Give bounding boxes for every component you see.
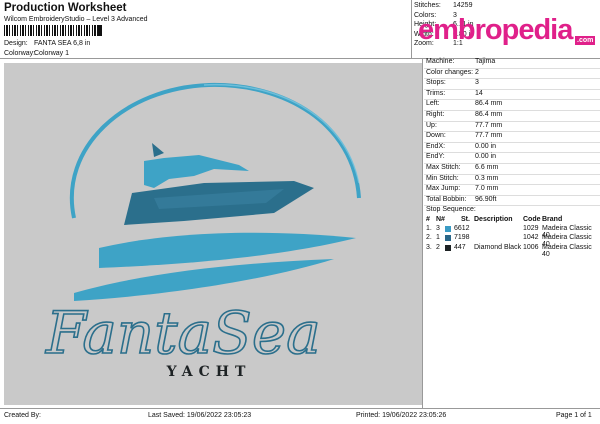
stitch-count: 7198 [454, 234, 470, 242]
detail-row: EndY: 0.00 in [424, 153, 600, 164]
thread-description: Diamond Black [474, 243, 522, 251]
stitch-count: 6612 [454, 224, 470, 232]
stat-row: Stitches: 14259 [414, 2, 473, 9]
detail-row: Stops: 3 [424, 79, 600, 90]
machine-details: Machine: Tajima Color changes: 2 Stops: 3 T… [424, 58, 600, 258]
detail-row: Machine: Tajima [424, 58, 600, 69]
thread-code: 1029 [523, 224, 539, 232]
detail-row: Up: 77.7 mm [424, 122, 600, 133]
needle-number: 3 [436, 224, 440, 232]
design-artwork: FantaSea YACHT [44, 82, 361, 380]
colorway-value: Colorway 1 [34, 50, 70, 57]
detail-row: Min Stitch: 0.3 mm [424, 175, 600, 186]
design-value: FANTA SEA 6,8 in [34, 40, 91, 47]
caption-text: YACHT [166, 364, 252, 380]
stop-sequence-header: # N# St. Description Code Brand [426, 215, 563, 223]
footer-page: Page 1 of 1 [556, 412, 592, 419]
thread-brand: Madeira Classic 40 [542, 243, 592, 258]
divider [0, 408, 600, 409]
footer-printed: Printed: 19/06/2022 23:05:26 [356, 412, 447, 419]
divider [411, 0, 412, 58]
color-swatch [445, 225, 451, 232]
design-row: Design: FANTA SEA 6,8 in [4, 40, 204, 50]
stop-sequence-row: 1. 3 6612 1029 Madeira Classic 40 [424, 224, 600, 239]
thread-code: 1006 [523, 243, 539, 251]
detail-row: Max Stitch: 6.6 mm [424, 164, 600, 175]
detail-row: Right: 86.4 mm [424, 111, 600, 122]
stop-sequence-label-row: Stop Sequence: [426, 206, 476, 214]
needle-number: 1 [436, 234, 440, 242]
thread-code: 1042 [523, 234, 539, 242]
footer-last-saved: Last Saved: 19/06/2022 23:05:23 [148, 412, 252, 419]
divider [422, 58, 423, 408]
stop-index: 2. [426, 234, 432, 242]
stop-index: 3. [426, 243, 432, 251]
color-swatch [445, 244, 451, 251]
detail-row: Left: 86.4 mm [424, 100, 600, 111]
detail-row: Max Jump: 7.0 mm [424, 185, 600, 196]
footer-created-by: Created By: [4, 412, 41, 419]
stop-index: 1. [426, 224, 432, 232]
colorway-label: Colorway: [4, 50, 36, 57]
software-subtitle: Wilcom EmbroideryStudio – Level 3 Advanc… [4, 16, 148, 23]
detail-row: Trims: 14 [424, 90, 600, 101]
brand-logo: embropedia [418, 14, 573, 46]
script-text: FantaSea [45, 299, 321, 367]
yacht-antenna [152, 143, 164, 157]
barcode-end [98, 25, 102, 36]
detail-row: EndX: 0.00 in [424, 143, 600, 154]
barcode [4, 25, 98, 36]
detail-row: Down: 77.7 mm [424, 132, 600, 143]
detail-row: Total Bobbin: 96.90ft [424, 196, 600, 207]
needle-number: 2 [436, 243, 440, 251]
detail-row: Color changes: 2 [424, 69, 600, 80]
brand-logo-suffix: .com [575, 36, 596, 45]
stitch-count: 447 [454, 243, 466, 251]
stop-sequence-row: 2. 1 7198 1042 Madeira Classic 40 [424, 234, 600, 248]
stop-sequence-row: 3. 2 447 Diamond Black 1006 Madeira Classic 4… [424, 243, 600, 258]
design-preview: FantaSea YACHT [4, 63, 422, 405]
design-label: Design: [4, 40, 28, 47]
page-title: Production Worksheet [4, 2, 127, 14]
color-swatch [445, 235, 451, 242]
